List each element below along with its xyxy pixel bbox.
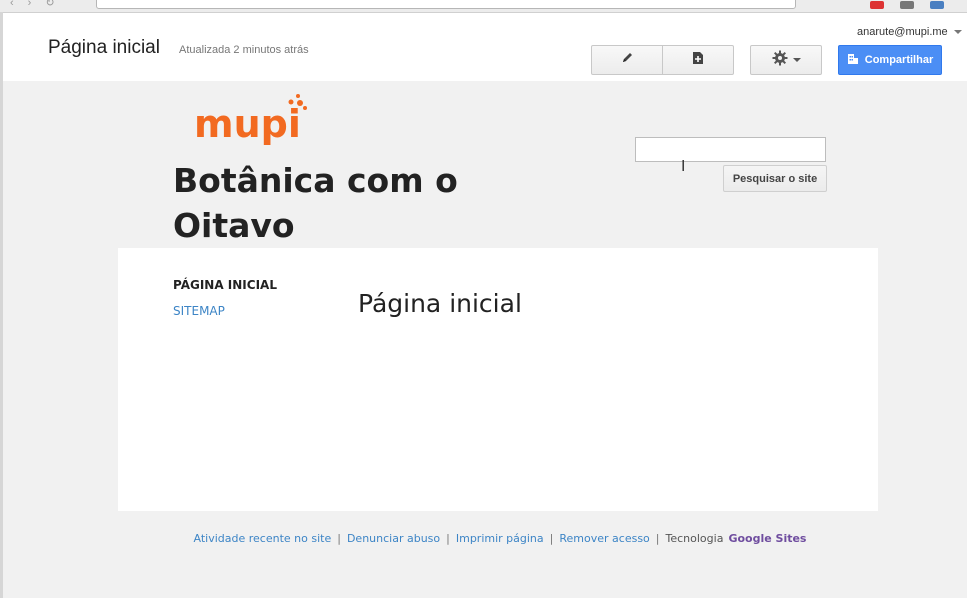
user-email: anarute@mupi.me	[857, 26, 948, 38]
site-logo[interactable]: mupi	[194, 92, 310, 157]
window-border	[0, 12, 3, 598]
chevron-down-icon	[953, 30, 962, 35]
sidebar-item-home[interactable]: PÁGINA INICIAL	[173, 278, 277, 292]
site-footer: Atividade recente no site | Denunciar abus…	[0, 532, 967, 545]
browser-toolbar: ‹›↻	[0, 0, 967, 13]
footer-separator: |	[655, 532, 660, 545]
site-search-button[interactable]: Pesquisar o site	[723, 165, 827, 192]
browser-nav-icons[interactable]: ‹›↻	[10, 0, 69, 9]
settings-toolbar	[750, 45, 822, 75]
gear-icon	[772, 50, 788, 71]
share-label: Compartilhar	[864, 54, 934, 66]
powered-by-text: Tecnologia	[665, 532, 724, 545]
edit-page-button[interactable]	[592, 46, 662, 74]
text-cursor-icon: I	[681, 157, 686, 175]
updated-timestamp: Atualizada 2 minutos atrás	[179, 44, 309, 56]
google-sites-link[interactable]: Google Sites	[728, 532, 806, 545]
content-heading: Página inicial	[358, 289, 522, 318]
new-page-icon	[692, 51, 704, 70]
new-page-button[interactable]	[662, 46, 733, 74]
pencil-icon	[621, 51, 634, 69]
footer-separator: |	[549, 532, 554, 545]
sites-header-bar: Página inicial Atualizada 2 minutos atrá…	[3, 13, 967, 81]
sidebar-item-sitemap[interactable]: SITEMAP	[173, 304, 225, 318]
browser-extension-icons[interactable]	[870, 0, 960, 14]
remove-access-link[interactable]: Remover acesso	[559, 532, 649, 545]
site-search-field[interactable]	[636, 138, 825, 161]
account-menu[interactable]: anarute@mupi.me	[857, 26, 962, 38]
share-button[interactable]: Compartilhar	[838, 45, 942, 75]
report-abuse-link[interactable]: Denunciar abuso	[347, 532, 440, 545]
more-actions-button[interactable]	[751, 46, 821, 74]
footer-separator: |	[446, 532, 450, 545]
chevron-down-icon	[792, 58, 801, 62]
address-bar[interactable]	[96, 0, 796, 9]
edit-toolbar	[591, 45, 734, 75]
extension-icon[interactable]	[930, 1, 944, 9]
svg-text:mupi: mupi	[194, 102, 301, 146]
site-name[interactable]: Botânica com o Oitavo	[173, 158, 473, 248]
print-page-link[interactable]: Imprimir página	[456, 532, 544, 545]
share-building-icon	[847, 53, 865, 68]
footer-separator: |	[337, 532, 341, 545]
page-title: Página inicial	[48, 37, 160, 58]
site-search-input[interactable]	[635, 137, 826, 162]
recent-activity-link[interactable]: Atividade recente no site	[194, 532, 332, 545]
extension-icon[interactable]	[870, 1, 884, 9]
extension-icon[interactable]	[900, 1, 914, 9]
